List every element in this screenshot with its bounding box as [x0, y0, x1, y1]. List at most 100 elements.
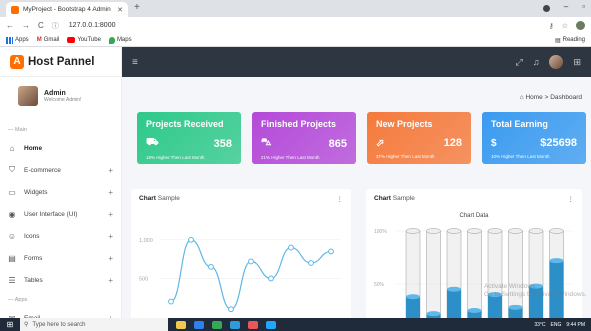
- bar-chart: Chart Data100%50%0%: [374, 213, 574, 318]
- restore-icon[interactable]: ▫: [582, 2, 585, 12]
- data-point: [268, 275, 274, 282]
- expand-icon: +: [108, 187, 113, 197]
- taskbar-search[interactable]: ⚲ Type here to search: [20, 318, 168, 331]
- minimize-icon[interactable]: –: [564, 2, 568, 12]
- bar-cap: [447, 286, 461, 292]
- stat-icon: ⛍: [261, 137, 272, 148]
- back-icon[interactable]: ←: [6, 21, 14, 30]
- stat-value: 865: [328, 137, 347, 150]
- bar: [447, 289, 461, 318]
- top-avatar[interactable]: [549, 55, 564, 69]
- data-point: [208, 263, 214, 270]
- system-tray: 33°C ENG 9:44 PM: [534, 322, 591, 328]
- windows-start-icon[interactable]: ⊞: [0, 320, 20, 329]
- menu-toggle-icon[interactable]: ≡: [132, 57, 138, 68]
- maps-icon: [108, 36, 115, 44]
- sidebar-item-tables[interactable]: ☰ Tables +: [0, 269, 121, 291]
- sidebar-item-label: User Interface (UI): [24, 210, 78, 218]
- sidebar-item-user-interface-ui[interactable]: ◉ User Interface (UI) +: [0, 203, 121, 225]
- edge-icon[interactable]: [230, 320, 240, 329]
- data-point: [328, 248, 334, 255]
- stat-subtext: 10% Higher Then Last Month: [491, 154, 550, 159]
- card-menu-icon[interactable]: ⋮: [337, 195, 344, 203]
- vscode-icon[interactable]: [266, 320, 276, 329]
- stat-subtext: 21% Higher Then Last Month: [261, 155, 320, 160]
- home-icon[interactable]: ⌂: [520, 94, 524, 101]
- sidebar-item-label: E-commerce: [24, 166, 61, 174]
- stat-value: 358: [213, 137, 232, 150]
- profile-dot-icon[interactable]: [542, 5, 550, 12]
- key-icon[interactable]: ⚷: [549, 22, 554, 30]
- user-name: Admin: [44, 89, 66, 97]
- temperature[interactable]: 33°C: [534, 322, 545, 328]
- chrome-icon[interactable]: [212, 320, 222, 329]
- card-menu-icon[interactable]: ⋮: [568, 195, 575, 203]
- star-icon[interactable]: ☆: [562, 22, 568, 30]
- store-icon[interactable]: [194, 320, 204, 329]
- nav-section-main: — Main: [8, 127, 27, 133]
- apps-grid-icon[interactable]: ⊞: [573, 57, 581, 68]
- bookmark-youtube[interactable]: YouTube: [67, 37, 101, 43]
- bar-top: [549, 228, 564, 234]
- browser-tab[interactable]: MyProject - Bootstrap 4 Admin ✕: [6, 2, 128, 17]
- tab-title: MyProject - Bootstrap 4 Admin: [23, 6, 111, 13]
- sidebar-item-forms[interactable]: ▤ Forms +: [0, 247, 121, 269]
- file-explorer-icon[interactable]: [176, 320, 186, 329]
- language[interactable]: ENG: [551, 322, 562, 328]
- gmail-icon: M: [36, 37, 42, 43]
- brand[interactable]: A Host Pannel: [0, 47, 121, 77]
- sidebar-item-label: Widgets: [24, 188, 48, 196]
- youtube-icon: [67, 37, 76, 43]
- stat-title: Total Earning: [491, 119, 548, 129]
- bar-cap: [426, 311, 441, 317]
- clock[interactable]: 9:44 PM: [566, 322, 585, 328]
- line-chart-card: Chart Sample ⋮ 1,000 500: [131, 189, 351, 318]
- bar-top: [405, 228, 421, 234]
- tab-close-icon[interactable]: ✕: [117, 6, 123, 14]
- bookmark-gmail[interactable]: M Gmail: [37, 37, 60, 43]
- bookmark-maps[interactable]: Maps: [108, 36, 132, 44]
- nav-icon: ⛉: [9, 165, 15, 174]
- notification-bell-icon[interactable]: ♫: [533, 57, 540, 67]
- url-field[interactable]: 127.0.0.1:8000: [69, 22, 116, 29]
- user-panel[interactable]: Admin Welcome Admin!: [0, 77, 121, 107]
- stat-card: Total Earning $ $25698 10% Higher Then Last…: [482, 112, 586, 164]
- topbar: ≡ ⤢ ♫ ⊞: [122, 47, 591, 77]
- stat-value: $25698: [540, 137, 577, 149]
- profile-avatar-icon[interactable]: [576, 21, 585, 30]
- breadcrumb: ⌂ Home > Dashboard: [519, 94, 582, 101]
- fullscreen-icon[interactable]: ⤢: [516, 57, 523, 68]
- stat-card: New Projects ⬀ 128 37% Higher Then Last Mon…: [367, 112, 471, 164]
- stat-icon: $: [491, 137, 497, 149]
- reload-icon[interactable]: C: [38, 21, 44, 30]
- stat-subtext: 18% Higher Then Last Month: [146, 155, 205, 160]
- brand-logo-icon: A: [10, 54, 24, 69]
- expand-icon: +: [108, 231, 113, 241]
- sidebar-item-icons[interactable]: ☺ Icons +: [0, 225, 121, 247]
- new-tab-button[interactable]: +: [134, 2, 140, 13]
- sidebar-item-home[interactable]: ⌂ Home: [0, 137, 121, 159]
- forward-icon[interactable]: →: [22, 21, 30, 30]
- sidebar-item-label: Tables: [24, 276, 43, 284]
- stat-value: 128: [443, 137, 462, 149]
- bar-top: [446, 228, 462, 234]
- main-content: ⌂ Home > Dashboard Projects Received ⛟ 358…: [122, 77, 591, 318]
- data-point: [308, 260, 314, 266]
- reading-list[interactable]: ▤ Reading: [555, 37, 585, 44]
- stat-title: Finished Projects: [261, 119, 337, 129]
- nav-icon: ⌂: [9, 143, 15, 153]
- nav-section-apps: — Apps: [8, 297, 28, 303]
- stat-icon: ⬀: [376, 137, 385, 149]
- nav-icon: ☰: [8, 275, 16, 285]
- taskbar: ⊞ ⚲ Type here to search 33°C ENG 9:44 PM: [0, 318, 591, 331]
- bar-cap: [467, 308, 482, 313]
- bookmark-apps[interactable]: Apps: [6, 36, 29, 44]
- site-info-icon[interactable]: ⓘ: [52, 21, 59, 31]
- sidebar-item-e-commerce[interactable]: ⛉ E-commerce +: [0, 159, 121, 181]
- app-icon[interactable]: [248, 320, 258, 329]
- brand-name: Host Pannel: [28, 55, 95, 68]
- bar-background: [467, 230, 482, 318]
- expand-icon: +: [108, 253, 113, 263]
- sidebar-item-widgets[interactable]: ▭ Widgets +: [0, 181, 121, 203]
- reading-list-icon: ▤: [554, 37, 561, 44]
